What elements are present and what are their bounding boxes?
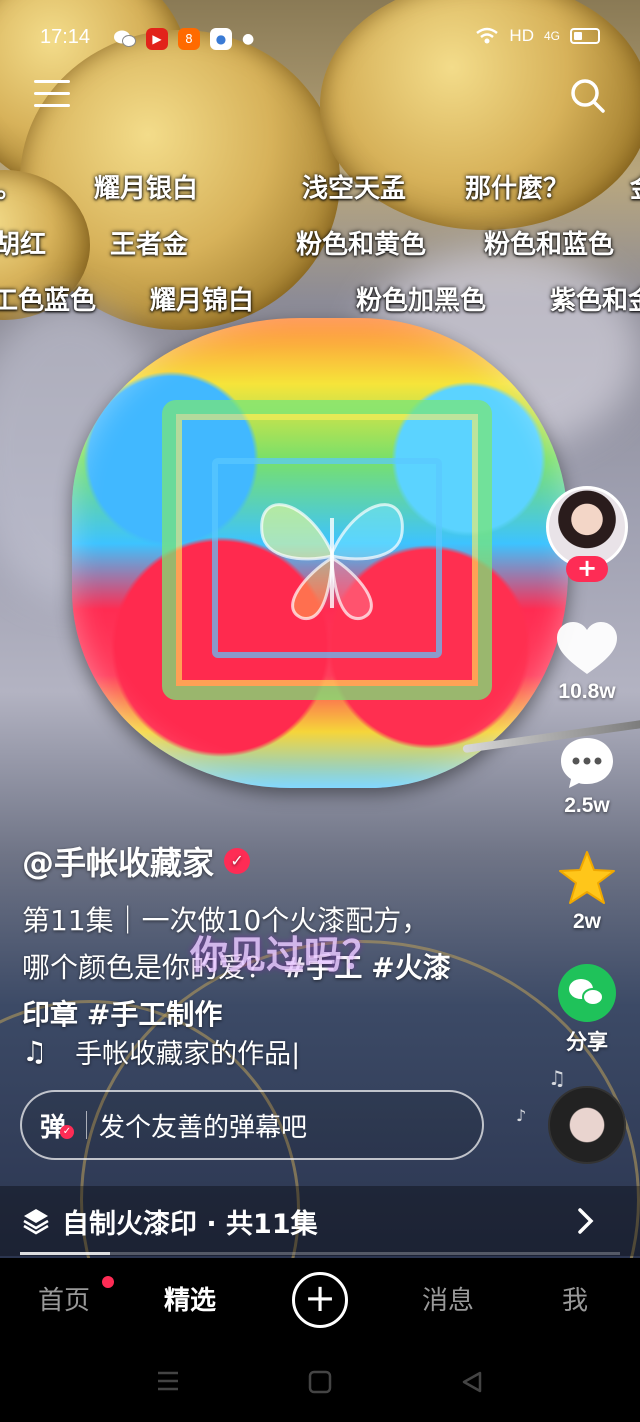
- author-handle: @手帐收藏家: [22, 844, 215, 882]
- comment-button[interactable]: 2.5w: [544, 736, 630, 818]
- music-title: 手帐收藏家的作品: [75, 1039, 292, 1070]
- playback-progress-bar[interactable]: [20, 1252, 620, 1255]
- like-button[interactable]: 10.8w: [544, 622, 630, 704]
- danmaku-comment: 那什麼？: [465, 174, 570, 204]
- notification-dot: [102, 1276, 114, 1288]
- back-icon[interactable]: [460, 1370, 484, 1394]
- system-nav-bar: [0, 1346, 640, 1422]
- danmu-input[interactable]: 弹 ✓ 发个友善的弹幕吧: [20, 1090, 484, 1160]
- search-icon[interactable]: [570, 78, 606, 114]
- top-toolbar: [0, 74, 640, 118]
- video-caption: 你见过吗？: [190, 933, 381, 977]
- danmaku-comment: 粉色和黄色: [296, 230, 427, 260]
- playback-progress-fill: [20, 1252, 110, 1255]
- check-icon: ✓: [60, 1124, 74, 1139]
- danmaku-comment: 金: [630, 168, 640, 205]
- layers-icon: [23, 1209, 49, 1235]
- heart-icon: [557, 622, 617, 674]
- description-line: 印章 #手工制作: [22, 991, 492, 1038]
- author-name[interactable]: @手帐收藏家 ✓: [22, 838, 251, 884]
- recent-apps-icon[interactable]: [156, 1370, 180, 1392]
- share-button[interactable]: 分享: [544, 964, 630, 1056]
- hashtag-link[interactable]: #手工制作: [87, 998, 222, 1031]
- playlist-bar[interactable]: 自制火漆印 · 共11集: [0, 1186, 640, 1256]
- favorite-count: 2w: [572, 910, 601, 933]
- music-note-icon: ♫: [22, 1035, 48, 1068]
- music-disc[interactable]: [548, 1086, 626, 1164]
- chevron-right-icon: [578, 1208, 594, 1234]
- danmaku-comment: 浅空天孟: [302, 174, 407, 204]
- danmaku-comment: 紫色和金: [550, 286, 640, 316]
- like-count: 10.8w: [558, 680, 616, 703]
- nav-messages[interactable]: 消息: [422, 1280, 474, 1317]
- comment-icon: [561, 738, 613, 788]
- nav-featured[interactable]: 精选: [164, 1280, 216, 1317]
- butterfly-relief: [260, 503, 404, 620]
- music-scroll-cursor: |: [291, 1039, 301, 1070]
- nav-me[interactable]: 我: [562, 1280, 588, 1317]
- danmaku-comment: 工色蓝色: [0, 286, 97, 316]
- danmu-placeholder: 发个友善的弹幕吧: [99, 1112, 308, 1143]
- comment-count: 2.5w: [564, 794, 610, 817]
- danmu-toggle-button[interactable]: 弹 ✓: [40, 1107, 74, 1144]
- create-post-button[interactable]: +: [292, 1272, 348, 1328]
- danmaku-comment: 耀月银白: [94, 174, 199, 204]
- wifi-icon: [476, 27, 499, 44]
- menu-icon[interactable]: [34, 80, 70, 110]
- divider: [86, 1111, 88, 1139]
- wax-seal: [72, 318, 568, 788]
- status-time: 17:14: [40, 26, 91, 48]
- status-bar: 17:14 ▶ 8 ● ● HD 4G: [0, 0, 640, 78]
- music-note-icon: ♫: [548, 1066, 566, 1090]
- music-info[interactable]: ♫ 手帐收藏家的作品|: [22, 1032, 300, 1071]
- bottom-nav: 首页 精选 + 消息 我: [0, 1258, 640, 1346]
- hashtag-link[interactable]: 印章: [22, 998, 78, 1031]
- shopping-app-icon: 8: [178, 28, 200, 50]
- danmaku-comment: 王者金: [110, 230, 189, 260]
- follow-button[interactable]: +: [566, 556, 608, 582]
- danmaku-comment: 。: [0, 168, 22, 205]
- profile-app-icon: ●: [210, 28, 232, 50]
- verified-badge-icon: ✓: [224, 848, 251, 874]
- danmaku-comment: 胡红: [0, 230, 47, 260]
- nav-home[interactable]: 首页: [38, 1280, 90, 1317]
- danmaku-comment: 粉色和蓝色: [484, 230, 615, 260]
- music-note-icon: ♪: [516, 1106, 527, 1125]
- status-indicators: HD 4G: [475, 26, 600, 46]
- share-label: 分享: [566, 1031, 608, 1054]
- more-notifications-icon: ●: [242, 31, 255, 47]
- playlist-title: 自制火漆印 · 共11集: [62, 1208, 318, 1240]
- wechat-share-icon: [558, 964, 616, 1022]
- favorite-button[interactable]: 2w: [544, 850, 630, 934]
- network-type: HD: [509, 26, 534, 45]
- signal-type: 4G: [543, 29, 560, 43]
- wechat-icon: [114, 28, 136, 50]
- danmaku-comment: 耀月锦白: [150, 286, 255, 316]
- hashtag-link[interactable]: #火漆: [371, 951, 450, 984]
- notification-icons: ▶ 8 ● ●: [114, 28, 254, 50]
- home-button-icon[interactable]: [308, 1370, 332, 1394]
- danmaku-comment: 粉色加黑色: [356, 286, 487, 316]
- video-app-icon: ▶: [146, 28, 168, 50]
- star-icon: [559, 851, 615, 904]
- battery-icon: [570, 28, 600, 44]
